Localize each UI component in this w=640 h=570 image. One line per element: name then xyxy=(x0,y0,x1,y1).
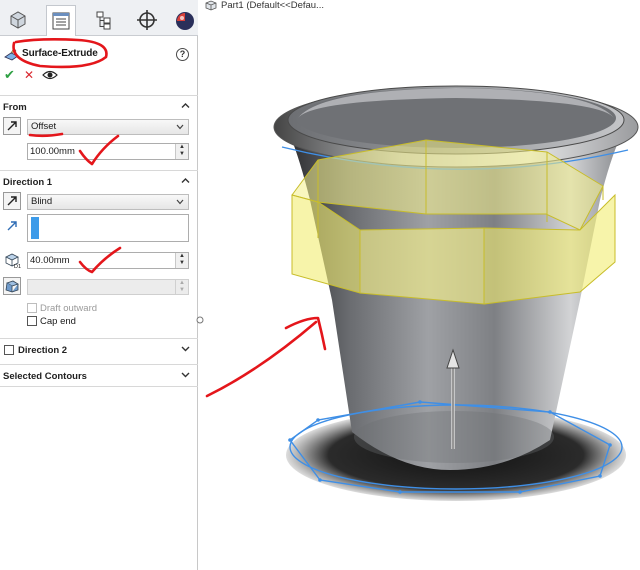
end-condition-value: Blind xyxy=(31,196,53,207)
selected-contours-section-header[interactable]: Selected Contours xyxy=(0,364,198,386)
direction2-section-label: Direction 2 xyxy=(18,345,68,356)
manager-tabs xyxy=(0,0,198,36)
property-manager-panel: Surface-Extrude ? ✔ ✕ From Offset 100.00… xyxy=(0,0,198,570)
reverse-direction-button[interactable] xyxy=(3,192,21,210)
direction1-section-label: Direction 1 xyxy=(3,177,53,188)
from-section-header[interactable]: From xyxy=(0,95,198,117)
draft-toggle-button[interactable] xyxy=(3,277,21,295)
direction1-section-header[interactable]: Direction 1 xyxy=(0,170,198,192)
chevron-up-icon[interactable] xyxy=(181,101,190,110)
direction-reference-list[interactable] xyxy=(27,214,189,242)
chevron-down-icon[interactable] xyxy=(181,344,190,353)
draft-icon xyxy=(5,280,19,293)
offset-distance-value: 100.00mm xyxy=(30,146,75,157)
appearance-sphere-icon xyxy=(176,12,194,30)
feature-title-row: Surface-Extrude ? xyxy=(0,44,198,66)
draft-outward-label: Draft outward xyxy=(40,303,98,314)
cap-end-label: Cap end xyxy=(40,316,76,327)
arrow-up-right-icon xyxy=(7,121,17,131)
offset-spinner[interactable]: ▲ ▼ xyxy=(175,144,188,159)
depth-spinner[interactable]: ▲ ▼ xyxy=(175,253,188,268)
graphics-viewport[interactable]: Part1 (Default<<Defau... xyxy=(199,0,640,570)
cap-end-box[interactable] xyxy=(27,316,37,326)
depth-value: 40.00mm xyxy=(30,255,70,266)
chevron-up-icon[interactable] xyxy=(181,176,190,185)
from-section-label: From xyxy=(3,102,27,113)
cancel-button[interactable]: ✕ xyxy=(24,68,34,82)
draft-outward-box xyxy=(27,303,37,313)
model-scene[interactable] xyxy=(199,0,640,570)
feature-tree-icon xyxy=(10,11,26,29)
draft-outward-checkbox: Draft outward xyxy=(27,303,97,314)
end-condition-select[interactable]: Blind xyxy=(27,194,189,210)
chevron-down-icon[interactable] xyxy=(181,370,190,379)
configuration-icon xyxy=(96,11,111,30)
confirm-row: ✔ ✕ xyxy=(0,67,198,83)
depth-dimension-icon: D1 xyxy=(5,253,21,269)
from-direction-button[interactable] xyxy=(3,117,21,135)
offset-distance-input[interactable]: 100.00mm ▲ ▼ xyxy=(27,143,189,160)
feature-title: Surface-Extrude xyxy=(22,48,98,59)
property-manager-icon xyxy=(52,12,70,30)
selected-contours-label: Selected Contours xyxy=(3,371,87,382)
chevron-down-icon xyxy=(176,124,184,130)
display-manager-tab[interactable] xyxy=(170,6,198,34)
svg-text:D1: D1 xyxy=(14,264,21,269)
direction-reference-active xyxy=(31,217,39,239)
propertymanager-tab[interactable] xyxy=(46,5,76,36)
section-divider xyxy=(0,386,198,387)
configurationmanager-tab[interactable] xyxy=(89,6,119,34)
dimxpert-tab[interactable] xyxy=(132,6,162,34)
ok-button[interactable]: ✔ xyxy=(4,68,15,82)
from-type-value: Offset xyxy=(31,121,57,132)
featuremanager-tab[interactable] xyxy=(3,6,33,34)
chevron-down-icon xyxy=(176,199,184,205)
surface-extrude-icon xyxy=(4,47,19,61)
direction2-checkbox[interactable] xyxy=(4,345,14,355)
crosshair-icon xyxy=(137,10,157,30)
draft-angle-spinner: ▲ ▼ xyxy=(175,280,188,294)
direction-vector-icon xyxy=(7,221,17,231)
help-icon[interactable]: ? xyxy=(176,48,189,61)
cap-end-checkbox[interactable]: Cap end xyxy=(27,316,76,327)
preview-eye-icon[interactable] xyxy=(42,69,58,81)
depth-input[interactable]: 40.00mm ▲ ▼ xyxy=(27,252,189,269)
from-type-select[interactable]: Offset xyxy=(27,119,189,135)
reverse-direction-icon xyxy=(7,196,17,206)
panel-collapse-handle[interactable] xyxy=(195,312,205,328)
draft-angle-input: ▲ ▼ xyxy=(27,279,189,295)
direction2-section-header[interactable]: Direction 2 xyxy=(0,338,198,360)
